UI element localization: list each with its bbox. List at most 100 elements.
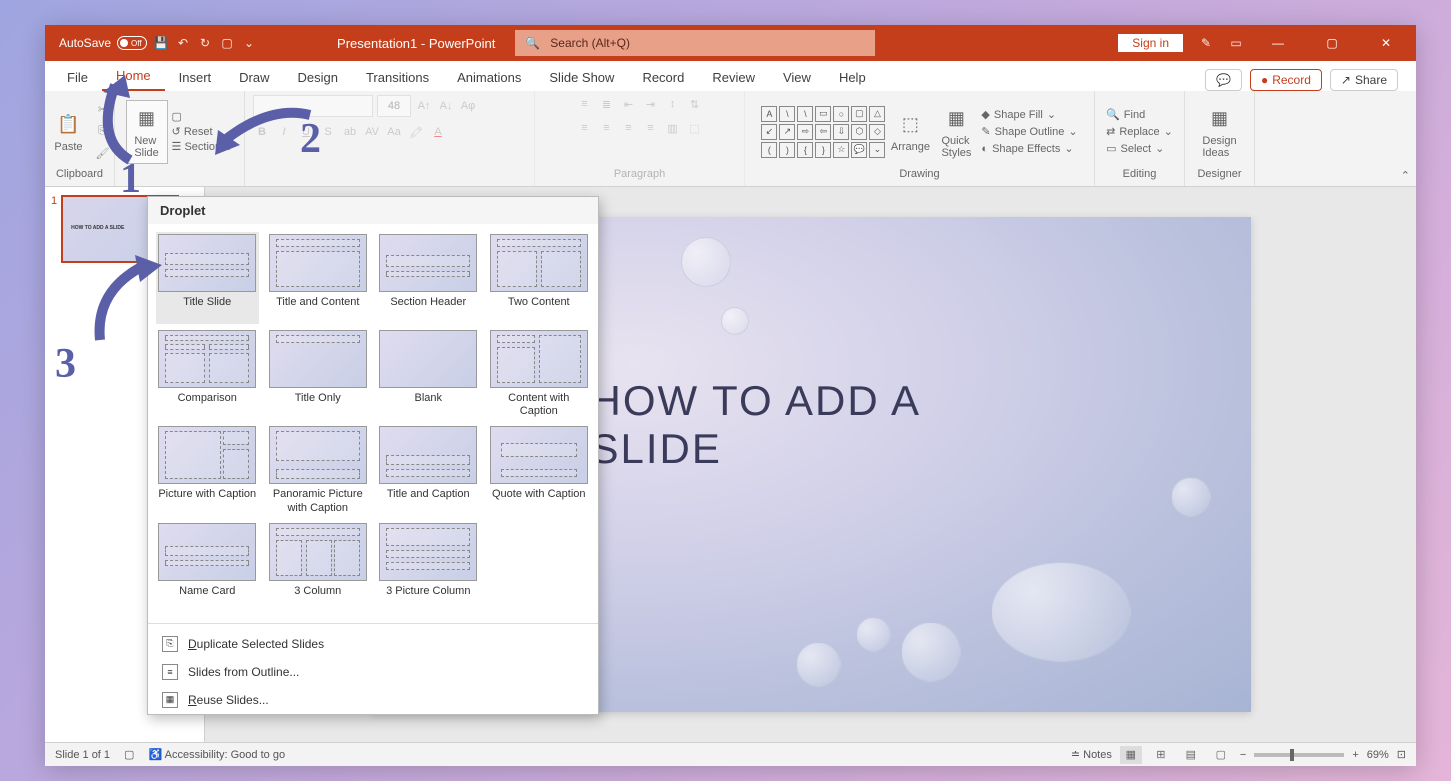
ribbon-mode-icon[interactable]: ▭ <box>1228 35 1244 51</box>
copy-icon[interactable]: ⎘ <box>94 123 112 141</box>
smartart-icon[interactable]: ⬚ <box>686 119 704 137</box>
line-spacing-icon[interactable]: ↕ <box>664 95 682 113</box>
minimize-button[interactable]: — <box>1258 25 1298 61</box>
new-slide-button[interactable]: ▦New Slide <box>126 100 168 164</box>
justify-icon[interactable]: ≡ <box>642 119 660 137</box>
tab-transitions[interactable]: Transitions <box>352 64 443 91</box>
italic-icon[interactable]: I <box>275 123 293 141</box>
shape-more[interactable]: ⌄ <box>869 142 885 158</box>
shape-curve2[interactable]: ) <box>779 142 795 158</box>
cut-icon[interactable]: ✂ <box>94 101 112 119</box>
close-button[interactable]: ✕ <box>1366 25 1406 61</box>
shape-brace1[interactable]: { <box>797 142 813 158</box>
find-button[interactable]: 🔍 Find <box>1106 108 1173 121</box>
align-left-icon[interactable]: ≡ <box>576 119 594 137</box>
layout-button[interactable]: ▢ Layout <box>172 110 234 123</box>
sorter-view-icon[interactable]: ⊞ <box>1150 746 1172 764</box>
shape-rect[interactable]: ▭ <box>815 106 831 122</box>
tab-animations[interactable]: Animations <box>443 64 535 91</box>
signin-button[interactable]: Sign in <box>1117 33 1184 53</box>
slide-counter[interactable]: Slide 1 of 1 <box>55 749 110 761</box>
shape-brace2[interactable]: } <box>815 142 831 158</box>
highlight-icon[interactable]: 🖍 <box>407 123 425 141</box>
normal-view-icon[interactable]: ▦ <box>1120 746 1142 764</box>
tab-review[interactable]: Review <box>698 64 769 91</box>
underline-icon[interactable]: U <box>297 123 315 141</box>
shape-textbox[interactable]: A <box>761 106 777 122</box>
fit-window-icon[interactable]: ⊡ <box>1397 748 1406 761</box>
tab-help[interactable]: Help <box>825 64 880 91</box>
replace-button[interactable]: ⇄ Replace ⌄ <box>1106 125 1173 138</box>
shape-line[interactable]: \ <box>779 106 795 122</box>
shape-arrow3[interactable]: ⇨ <box>797 124 813 140</box>
layout-title-caption[interactable]: Title and Caption <box>377 424 480 516</box>
shape-triangle[interactable]: △ <box>869 106 885 122</box>
shape-arrow4[interactable]: ⇦ <box>815 124 831 140</box>
collapse-ribbon-icon[interactable]: ⌃ <box>1401 169 1410 182</box>
reset-button[interactable]: ↺ Reset <box>172 125 234 138</box>
share-button[interactable]: ↗ Share <box>1330 69 1398 91</box>
font-family-select[interactable] <box>253 95 373 117</box>
bullets-icon[interactable]: ≡ <box>576 95 594 113</box>
autosave-toggle[interactable]: AutoSave Off <box>59 36 147 50</box>
slide-title-text[interactable]: HOW TO ADD A SLIDE <box>591 377 1031 473</box>
shape-roundrect[interactable]: ▢ <box>851 106 867 122</box>
zoom-level[interactable]: 69% <box>1367 749 1389 761</box>
strikethrough-icon[interactable]: S <box>319 123 337 141</box>
shape-star[interactable]: ☆ <box>833 142 849 158</box>
layout-comparison[interactable]: Comparison <box>156 328 259 420</box>
record-button[interactable]: ● Record <box>1250 69 1322 91</box>
layout-name-card[interactable]: Name Card <box>156 521 259 613</box>
case-icon[interactable]: Aa <box>385 123 403 141</box>
present-icon[interactable]: ▢ <box>219 35 235 51</box>
indent-inc-icon[interactable]: ⇥ <box>642 95 660 113</box>
shape-outline-button[interactable]: ✎ Shape Outline ⌄ <box>981 125 1077 138</box>
shape-arrow2[interactable]: ↗ <box>779 124 795 140</box>
shape-callout[interactable]: 💬 <box>851 142 867 158</box>
layout-title-content[interactable]: Title and Content <box>267 232 370 324</box>
font-color-icon[interactable]: A <box>429 123 447 141</box>
layout-quote-caption[interactable]: Quote with Caption <box>488 424 591 516</box>
duplicate-slides-item[interactable]: ⎘Duplicate Selected Slides <box>148 630 598 658</box>
align-center-icon[interactable]: ≡ <box>598 119 616 137</box>
numbering-icon[interactable]: ≣ <box>598 95 616 113</box>
pen-icon[interactable]: ✎ <box>1198 35 1214 51</box>
spacing-icon[interactable]: AV <box>363 123 381 141</box>
tab-view[interactable]: View <box>769 64 825 91</box>
shape-curve1[interactable]: ( <box>761 142 777 158</box>
shape-effects-button[interactable]: ◐ Shape Effects ⌄ <box>981 142 1077 155</box>
shape-hex[interactable]: ⬡ <box>851 124 867 140</box>
tab-draw[interactable]: Draw <box>225 64 283 91</box>
toggle-switch[interactable]: Off <box>117 36 147 50</box>
reading-view-icon[interactable]: ▤ <box>1180 746 1202 764</box>
maximize-button[interactable]: ▢ <box>1312 25 1352 61</box>
layout-blank[interactable]: Blank <box>377 328 480 420</box>
align-right-icon[interactable]: ≡ <box>620 119 638 137</box>
layout-content-caption[interactable]: Content with Caption <box>488 328 591 420</box>
save-icon[interactable]: 💾 <box>153 35 169 51</box>
design-ideas-button[interactable]: ▦Design Ideas <box>1199 101 1241 163</box>
increase-font-icon[interactable]: A↑ <box>415 97 433 115</box>
layout-3-column[interactable]: 3 Column <box>267 521 370 613</box>
layout-picture-caption[interactable]: Picture with Caption <box>156 424 259 516</box>
layout-panoramic-picture[interactable]: Panoramic Picture with Caption <box>267 424 370 516</box>
slideshow-view-icon[interactable]: ▢ <box>1210 746 1232 764</box>
decrease-font-icon[interactable]: A↓ <box>437 97 455 115</box>
accessibility-status[interactable]: ♿ Accessibility: Good to go <box>148 748 285 761</box>
zoom-out-icon[interactable]: − <box>1240 749 1246 761</box>
shapes-gallery[interactable]: A\\▭○▢△ ↙↗⇨⇦⇩⬡◇ (){}☆💬⌄ <box>761 106 885 158</box>
indent-dec-icon[interactable]: ⇤ <box>620 95 638 113</box>
arrange-button[interactable]: ⬚Arrange <box>889 107 931 157</box>
zoom-slider[interactable] <box>1254 753 1344 757</box>
shape-oval[interactable]: ○ <box>833 106 849 122</box>
undo-icon[interactable]: ↶ <box>175 35 191 51</box>
tab-record[interactable]: Record <box>628 64 698 91</box>
notes-button[interactable]: ≐ Notes <box>1071 748 1112 761</box>
shape-arrow1[interactable]: ↙ <box>761 124 777 140</box>
select-button[interactable]: ▭ Select ⌄ <box>1106 142 1173 155</box>
shadow-icon[interactable]: ab <box>341 123 359 141</box>
reuse-slides-item[interactable]: ▦Reuse Slides... <box>148 686 598 714</box>
qat-more-icon[interactable]: ⌄ <box>241 35 257 51</box>
layout-title-only[interactable]: Title Only <box>267 328 370 420</box>
zoom-in-icon[interactable]: + <box>1352 749 1358 761</box>
